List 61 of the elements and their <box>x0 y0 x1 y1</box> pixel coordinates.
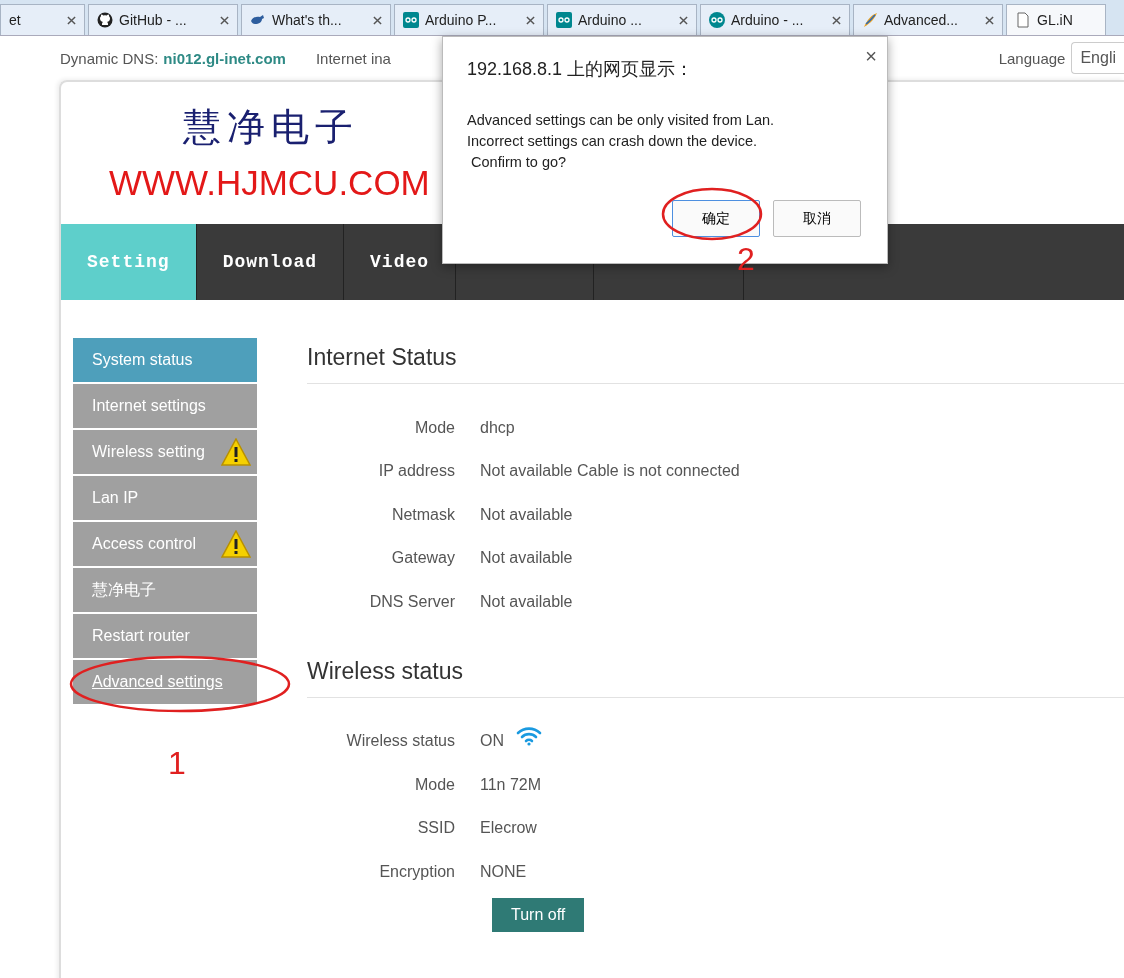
field-value: Elecrow <box>480 819 537 838</box>
language-select[interactable]: Engli <box>1071 42 1124 74</box>
dialog-title: 192.168.8.1 上的网页显示： <box>467 58 694 81</box>
dialog-message: Confirm to go? <box>470 153 568 172</box>
field-label: Mode <box>413 775 455 794</box>
dns-label: Dynamic DNS: <box>60 49 159 67</box>
browser-tab[interactable]: GL.iN <box>1006 4 1106 35</box>
tab-title: Arduino ... <box>578 12 643 28</box>
field-label: IP address <box>377 462 455 481</box>
sidebar-label: Internet settings <box>92 397 206 415</box>
field-value: Not available <box>480 549 573 568</box>
sidebar-label: System status <box>92 351 193 369</box>
sidebar-label: Lan IP <box>92 489 139 507</box>
dns-value: ni012.gl-inet.com <box>163 49 286 67</box>
turn-off-button[interactable]: Turn off <box>492 898 585 933</box>
field-value: Not available <box>480 505 573 524</box>
tab-title: Advanced... <box>884 12 959 28</box>
browser-tab[interactable]: Arduino ... <box>547 4 697 35</box>
tab-title: GitHub - ... <box>119 12 188 28</box>
cancel-button[interactable]: 取消 <box>773 200 861 237</box>
browser-tab[interactable]: GitHub - ... <box>88 4 238 35</box>
tab-title: et <box>9 12 22 28</box>
browser-tab[interactable]: et <box>0 4 85 35</box>
close-icon[interactable]: × <box>865 45 877 68</box>
field-label: Wireless status <box>345 732 455 751</box>
field-label: Encryption <box>378 862 455 881</box>
field-value: 11n 72M <box>480 775 542 794</box>
logo-title: 慧净电子 <box>183 104 359 151</box>
tab-title: Arduino P... <box>425 12 498 28</box>
sidebar-label: Restart router <box>92 627 190 645</box>
field-value: NONE <box>480 862 527 881</box>
dialog-message: Incorrect settings can crash down the device. <box>467 132 759 151</box>
sidebar-label: 慧净电子 <box>92 579 156 600</box>
field-value: Not available <box>480 592 573 611</box>
tab-title: Arduino - ... <box>731 12 805 28</box>
sidebar-label: Advanced settings <box>92 673 223 691</box>
browser-tab[interactable]: Arduino P... <box>394 4 544 35</box>
browser-tab[interactable]: Arduino - ... <box>700 4 850 35</box>
field-label: SSID <box>416 819 455 838</box>
field-value: Not available Cable is not connected <box>480 462 740 481</box>
section-title: Internet Status <box>307 338 1124 384</box>
ok-button[interactable]: 确定 <box>672 200 760 237</box>
internet-status-text: Internet ina <box>315 49 391 67</box>
nav-tab[interactable]: Download <box>196 224 345 300</box>
browser-tab[interactable]: Advanced... <box>853 4 1003 35</box>
field-label: Netmask <box>390 505 455 524</box>
sidebar-label: Wireless setting <box>92 443 205 461</box>
tab-title: What's th... <box>272 12 343 28</box>
language-label: Language <box>998 49 1066 67</box>
field-value: ON <box>480 732 504 751</box>
dialog-message: Advanced settings can be only visited from Lan. <box>467 111 775 130</box>
field-value: dhcp <box>480 418 515 437</box>
tab-title: GL.iN <box>1037 12 1074 28</box>
field-label: DNS Server <box>368 592 455 611</box>
browser-tab[interactable]: What's th... <box>241 4 391 35</box>
field-label: Mode <box>413 418 455 437</box>
annotation-number: 1 <box>168 745 186 782</box>
section-title: Wireless status <box>307 651 1124 698</box>
field-label: Gateway <box>390 549 455 568</box>
sidebar-label: Access control <box>92 535 197 553</box>
logo-url: WWW.HJMCU.COM <box>109 163 430 203</box>
